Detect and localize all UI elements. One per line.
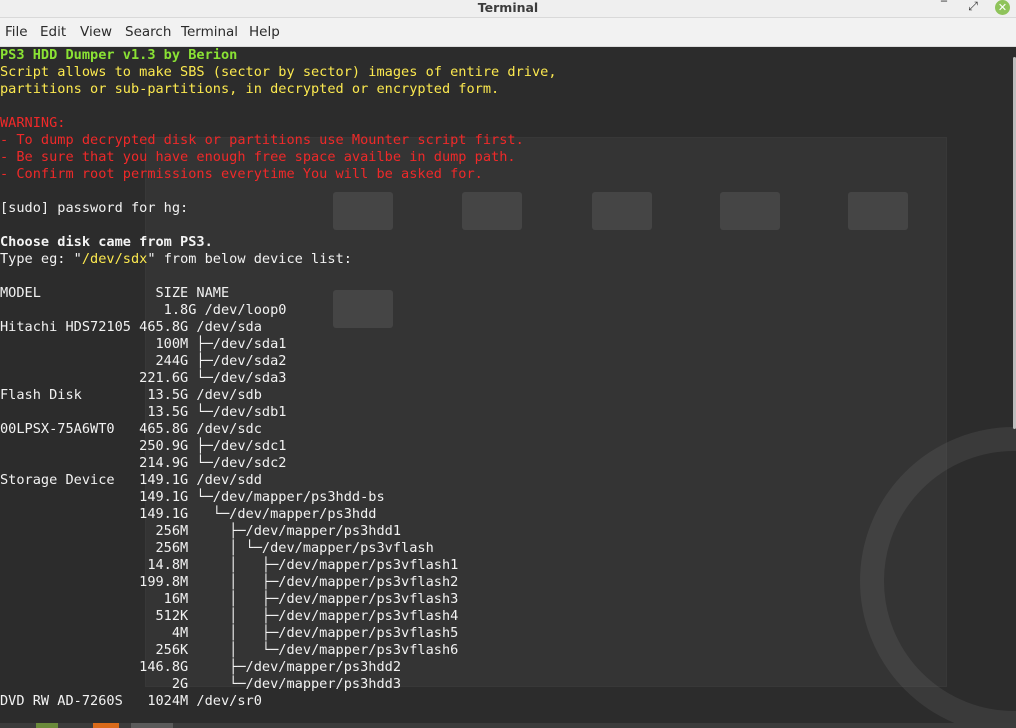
terminal-text-segment: Flash Disk 13.5G /dev/sdb: [0, 387, 262, 403]
terminal-text-segment: [sudo] password for hg:: [0, 200, 189, 216]
terminal-line: 250.9G ├─/dev/sdc1: [0, 438, 557, 455]
terminal-line: 16M │ ├─/dev/mapper/ps3vflash3: [0, 591, 557, 608]
terminal-line: 13.5G └─/dev/sdb1: [0, 404, 557, 421]
terminal-text-segment: 100M ├─/dev/sda1: [0, 336, 287, 352]
terminal-text-segment: 250.9G ├─/dev/sdc1: [0, 438, 287, 454]
terminal-output-area[interactable]: PS3 HDD Dumper v1.3 by Berion Script allo…: [0, 47, 1016, 723]
terminal-text: PS3 HDD Dumper v1.3 by Berion Script allo…: [0, 47, 557, 710]
terminal-text-segment: PS3 HDD Dumper v1.3 by Berion: [0, 47, 238, 63]
terminal-text-segment: - To dump decrypted disk or partitions u…: [0, 132, 524, 148]
terminal-line: Storage Device 149.1G /dev/sdd: [0, 472, 557, 489]
terminal-text-segment: 199.8M │ ├─/dev/mapper/ps3vflash2: [0, 574, 459, 590]
terminal-line: 199.8M │ ├─/dev/mapper/ps3vflash2: [0, 574, 557, 591]
terminal-text-segment: WARNING:: [0, 115, 66, 131]
terminal-line: Hitachi HDS72105 465.8G /dev/sda: [0, 319, 557, 336]
terminal-text-segment: /dev/sdx: [81, 251, 148, 267]
terminal-line: MODEL SIZE NAME: [0, 285, 557, 302]
menu-launcher-icon[interactable]: [36, 723, 58, 728]
terminal-line: 244G ├─/dev/sda2: [0, 353, 557, 370]
terminal-line: - To dump decrypted disk or partitions u…: [0, 132, 557, 149]
terminal-line: 256K │ └─/dev/mapper/ps3vflash6: [0, 642, 557, 659]
terminal-line: 4M │ ├─/dev/mapper/ps3vflash5: [0, 625, 557, 642]
terminal-text-segment: 00LPSX-75A6WT0 465.8G /dev/sdc: [0, 421, 262, 437]
menu-help[interactable]: Help: [249, 18, 280, 46]
terminal-scrollbar[interactable]: [1008, 47, 1016, 723]
terminal-line: Type eg: "/dev/sdx" from below device li…: [0, 251, 557, 268]
terminal-text-segment: partitions or sub-partitions, in decrypt…: [0, 81, 500, 97]
folder-icon: [720, 192, 780, 230]
terminal-line: [sudo] password for hg:: [0, 200, 557, 217]
terminal-text-segment: 149.1G └─/dev/mapper/ps3hdd-bs: [0, 489, 385, 505]
terminal-task-icon[interactable]: [131, 723, 173, 728]
terminal-line: - Confirm root permissions everytime You…: [0, 166, 557, 183]
terminal-text-segment: 256K │ └─/dev/mapper/ps3vflash6: [0, 642, 459, 658]
terminal-text-segment: 146.8G ├─/dev/mapper/ps3hdd2: [0, 659, 402, 675]
terminal-line: 146.8G ├─/dev/mapper/ps3hdd2: [0, 659, 557, 676]
terminal-line: 512K │ ├─/dev/mapper/ps3vflash4: [0, 608, 557, 625]
minimize-icon[interactable]: ‾: [936, 0, 952, 15]
terminal-text-segment: 256M │ └─/dev/mapper/ps3vflash: [0, 540, 434, 556]
terminal-line: 00LPSX-75A6WT0 465.8G /dev/sdc: [0, 421, 557, 438]
window-title-bar[interactable]: Terminal ‾ ⤢ ✕: [0, 0, 1016, 18]
terminal-text-segment: Script allows to make SBS (sector by sec…: [0, 64, 557, 80]
terminal-line: 100M ├─/dev/sda1: [0, 336, 557, 353]
terminal-text-segment: Choose disk came from PS3.: [0, 234, 213, 250]
terminal-text-segment: 16M │ ├─/dev/mapper/ps3vflash3: [0, 591, 459, 607]
terminal-text-segment: Type eg: ": [0, 251, 82, 267]
terminal-line: 149.1G └─/dev/mapper/ps3hdd: [0, 506, 557, 523]
terminal-text-segment: MODEL SIZE NAME: [0, 285, 230, 301]
terminal-line: - Be sure that you have enough free spac…: [0, 149, 557, 166]
terminal-line: 149.1G └─/dev/mapper/ps3hdd-bs: [0, 489, 557, 506]
terminal-line: PS3 HDD Dumper v1.3 by Berion: [0, 47, 557, 64]
terminal-text-segment: 13.5G └─/dev/sdb1: [0, 404, 287, 420]
maximize-icon[interactable]: ⤢: [965, 0, 981, 15]
terminal-text-segment: 4M │ ├─/dev/mapper/ps3vflash5: [0, 625, 459, 641]
terminal-line: 14.8M │ ├─/dev/mapper/ps3vflash1: [0, 557, 557, 574]
terminal-line: Choose disk came from PS3.: [0, 234, 557, 251]
terminal-text-segment: 214.9G └─/dev/sdc2: [0, 455, 287, 471]
close-icon[interactable]: ✕: [995, 0, 1010, 15]
terminal-text-segment: 244G ├─/dev/sda2: [0, 353, 287, 369]
menu-view[interactable]: View: [80, 18, 112, 46]
menu-search[interactable]: Search: [125, 18, 171, 46]
terminal-line: partitions or sub-partitions, in decrypt…: [0, 81, 557, 98]
terminal-line: Flash Disk 13.5G /dev/sdb: [0, 387, 557, 404]
terminal-text-segment: 221.6G └─/dev/sda3: [0, 370, 287, 386]
terminal-line: Script allows to make SBS (sector by sec…: [0, 64, 557, 81]
terminal-text-segment: 149.1G └─/dev/mapper/ps3hdd: [0, 506, 377, 522]
menu-terminal[interactable]: Terminal: [181, 18, 238, 46]
terminal-line: 221.6G └─/dev/sda3: [0, 370, 557, 387]
terminal-text-segment: DVD RW AD-7260S 1024M /dev/sr0: [0, 693, 262, 709]
terminal-text-segment: - Confirm root permissions everytime You…: [0, 166, 483, 182]
menu-file[interactable]: File: [5, 18, 28, 46]
terminal-text-segment: " from below device list:: [147, 251, 352, 267]
terminal-text-segment: 14.8M │ ├─/dev/mapper/ps3vflash1: [0, 557, 459, 573]
terminal-text-segment: 512K │ ├─/dev/mapper/ps3vflash4: [0, 608, 459, 624]
terminal-line: 256M ├─/dev/mapper/ps3hdd1: [0, 523, 557, 540]
terminal-line: DVD RW AD-7260S 1024M /dev/sr0: [0, 693, 557, 710]
folder-icon: [848, 192, 908, 230]
terminal-line: 256M │ └─/dev/mapper/ps3vflash: [0, 540, 557, 557]
folder-icon: [592, 192, 652, 230]
terminal-line: WARNING:: [0, 115, 557, 132]
menu-edit[interactable]: Edit: [40, 18, 66, 46]
window-title: Terminal: [477, 0, 539, 15]
terminal-text-segment: 256M ├─/dev/mapper/ps3hdd1: [0, 523, 402, 539]
terminal-text-segment: 2G └─/dev/mapper/ps3hdd3: [0, 676, 402, 692]
terminal-text-segment: 1.8G /dev/loop0: [0, 302, 287, 318]
terminal-text-segment: Hitachi HDS72105 465.8G /dev/sda: [0, 319, 262, 335]
terminal-line: 2G └─/dev/mapper/ps3hdd3: [0, 676, 557, 693]
terminal-text-segment: Storage Device 149.1G /dev/sdd: [0, 472, 262, 488]
firefox-icon[interactable]: [93, 723, 119, 728]
terminal-line: 1.8G /dev/loop0: [0, 302, 557, 319]
menu-bar: File Edit View Search Terminal Help: [0, 18, 1016, 47]
terminal-text-segment: - Be sure that you have enough free spac…: [0, 149, 516, 165]
terminal-line: 214.9G └─/dev/sdc2: [0, 455, 557, 472]
